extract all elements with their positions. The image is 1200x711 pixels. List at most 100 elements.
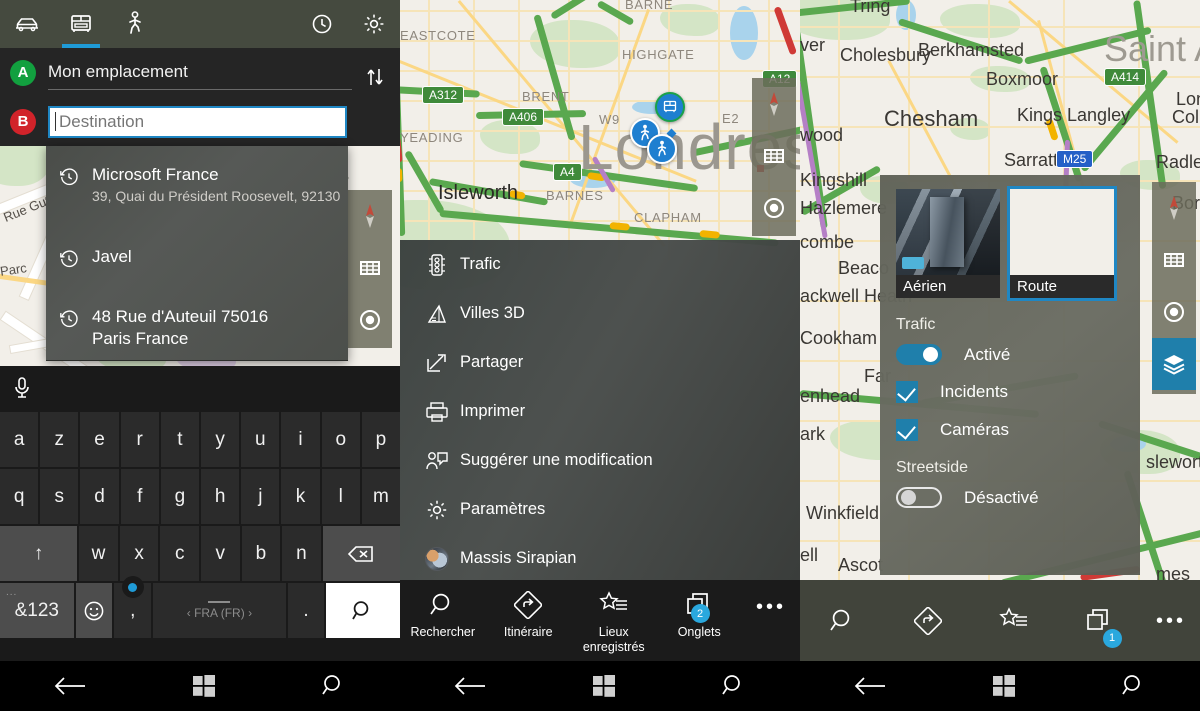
space-prev-arrow[interactable]: ‹ xyxy=(187,606,191,620)
streetside-toggle[interactable] xyxy=(896,487,942,508)
search-icon[interactable] xyxy=(321,673,347,699)
back-icon[interactable] xyxy=(53,676,87,696)
key-u[interactable]: u xyxy=(241,412,280,467)
origin-input[interactable]: Mon emplacement xyxy=(48,56,352,90)
compass-icon[interactable] xyxy=(752,78,796,130)
key-s[interactable]: s xyxy=(40,469,79,524)
suggestion-item[interactable]: Microsoft France 39, Quai du Président R… xyxy=(46,164,348,206)
menu-item-suggest-edit[interactable]: Suggérer une modification xyxy=(400,436,800,485)
map-label: ell xyxy=(800,545,819,565)
grid-icon[interactable] xyxy=(1152,234,1196,286)
key-i[interactable]: i xyxy=(281,412,320,467)
walk-mode-tab[interactable] xyxy=(108,0,162,48)
key-k[interactable]: k xyxy=(281,469,320,524)
waypoint-a-marker: A xyxy=(10,59,36,86)
windows-icon[interactable] xyxy=(592,674,616,698)
menu-item-settings[interactable]: Paramètres xyxy=(400,485,800,534)
emoji-icon[interactable] xyxy=(75,583,113,638)
appbar-saved-places[interactable]: Lieux enregistrés xyxy=(571,580,657,655)
back-icon[interactable] xyxy=(853,676,887,696)
cameras-checkbox[interactable] xyxy=(896,419,918,441)
key-d[interactable]: d xyxy=(80,469,119,524)
key-e[interactable]: e xyxy=(80,412,119,467)
grid-icon[interactable] xyxy=(348,242,392,294)
space-next-arrow[interactable]: › xyxy=(248,606,252,620)
key-x[interactable]: x xyxy=(119,526,159,581)
microphone-icon[interactable] xyxy=(12,376,32,402)
key-p[interactable]: p xyxy=(361,412,400,467)
key-g[interactable]: g xyxy=(160,469,200,524)
appbar-search[interactable] xyxy=(800,607,886,635)
key-w[interactable]: w xyxy=(79,526,118,581)
shift-key[interactable]: ↑ xyxy=(0,526,78,581)
key-j[interactable]: j xyxy=(241,469,280,524)
search-icon[interactable] xyxy=(721,673,747,699)
backspace-icon[interactable] xyxy=(322,526,400,581)
key-q[interactable]: q xyxy=(0,469,39,524)
menu-item-traffic[interactable]: Trafic xyxy=(400,240,800,289)
key-y[interactable]: y xyxy=(201,412,240,467)
back-icon[interactable] xyxy=(453,676,487,696)
incidents-row[interactable]: Incidents xyxy=(880,365,1140,403)
search-icon[interactable] xyxy=(1121,673,1147,699)
key-v[interactable]: v xyxy=(200,526,240,581)
locate-icon[interactable] xyxy=(348,294,392,346)
appbar-tabs[interactable]: 1 xyxy=(1057,607,1143,648)
layers-icon[interactable] xyxy=(1152,338,1196,390)
transit-pin-bus[interactable] xyxy=(655,92,685,122)
locate-icon[interactable] xyxy=(1152,286,1196,338)
map-style-aerial[interactable]: Aérien xyxy=(896,189,1000,298)
suggestion-item[interactable]: Javel xyxy=(46,246,348,269)
appbar-more[interactable]: ••• xyxy=(742,580,800,617)
key-n[interactable]: n xyxy=(282,526,321,581)
incidents-checkbox[interactable] xyxy=(896,381,918,403)
appbar-more[interactable]: ••• xyxy=(1142,611,1200,631)
traffic-toggle-row[interactable]: Activé xyxy=(880,334,1140,365)
compass-icon[interactable] xyxy=(1152,182,1196,234)
gear-icon[interactable] xyxy=(348,0,400,48)
menu-item-share[interactable]: Partager xyxy=(400,338,800,387)
locate-icon[interactable] xyxy=(752,182,796,234)
map-label: mes xyxy=(1156,564,1191,580)
space-key[interactable]: ‹ FRA (FR) › xyxy=(153,583,286,638)
grid-icon[interactable] xyxy=(752,130,796,182)
cameras-row[interactable]: Caméras xyxy=(880,403,1140,441)
suggestion-item[interactable]: 48 Rue d'Auteuil 75016 Paris France xyxy=(46,306,348,350)
windows-icon[interactable] xyxy=(192,674,216,698)
period-key[interactable]: . xyxy=(287,583,325,638)
symbols-key[interactable]: ... &123 xyxy=(0,583,74,638)
traffic-toggle[interactable] xyxy=(896,344,942,365)
appbar-search[interactable]: Rechercher xyxy=(400,580,486,640)
key-z[interactable]: z xyxy=(40,412,79,467)
key-l[interactable]: l xyxy=(321,469,360,524)
key-r[interactable]: r xyxy=(120,412,159,467)
destination-input[interactable]: Destination xyxy=(48,105,347,138)
windows-icon[interactable] xyxy=(992,674,1016,698)
appbar-tabs[interactable]: 2 Onglets xyxy=(657,580,743,640)
key-h[interactable]: h xyxy=(201,469,240,524)
menu-item-print[interactable]: Imprimer xyxy=(400,387,800,436)
key-f[interactable]: f xyxy=(120,469,159,524)
key-a[interactable]: a xyxy=(0,412,39,467)
transit-mode-tab[interactable] xyxy=(54,0,108,48)
comma-key[interactable]: , xyxy=(114,576,152,638)
history-icon[interactable] xyxy=(296,0,348,48)
key-c[interactable]: c xyxy=(160,526,199,581)
key-m[interactable]: m xyxy=(361,469,400,524)
appbar-directions[interactable]: Itinéraire xyxy=(486,580,572,640)
streetside-toggle-row[interactable]: Désactivé xyxy=(880,477,1140,508)
key-t[interactable]: t xyxy=(160,412,200,467)
map-style-road[interactable]: Route xyxy=(1007,186,1117,301)
menu-item-3d-cities[interactable]: Villes 3D xyxy=(400,289,800,338)
key-b[interactable]: b xyxy=(241,526,281,581)
map-label: ver xyxy=(800,35,826,55)
transit-pin-walk[interactable] xyxy=(647,134,677,164)
appbar-saved-places[interactable] xyxy=(971,606,1057,635)
menu-item-account[interactable]: Massis Sirapian xyxy=(400,534,800,583)
drive-mode-tab[interactable] xyxy=(0,0,54,48)
swap-arrows-icon[interactable] xyxy=(364,66,386,88)
appbar-directions[interactable] xyxy=(886,606,972,635)
key-o[interactable]: o xyxy=(321,412,360,467)
destination-placeholder: Destination xyxy=(59,111,145,131)
search-key[interactable] xyxy=(326,583,400,638)
